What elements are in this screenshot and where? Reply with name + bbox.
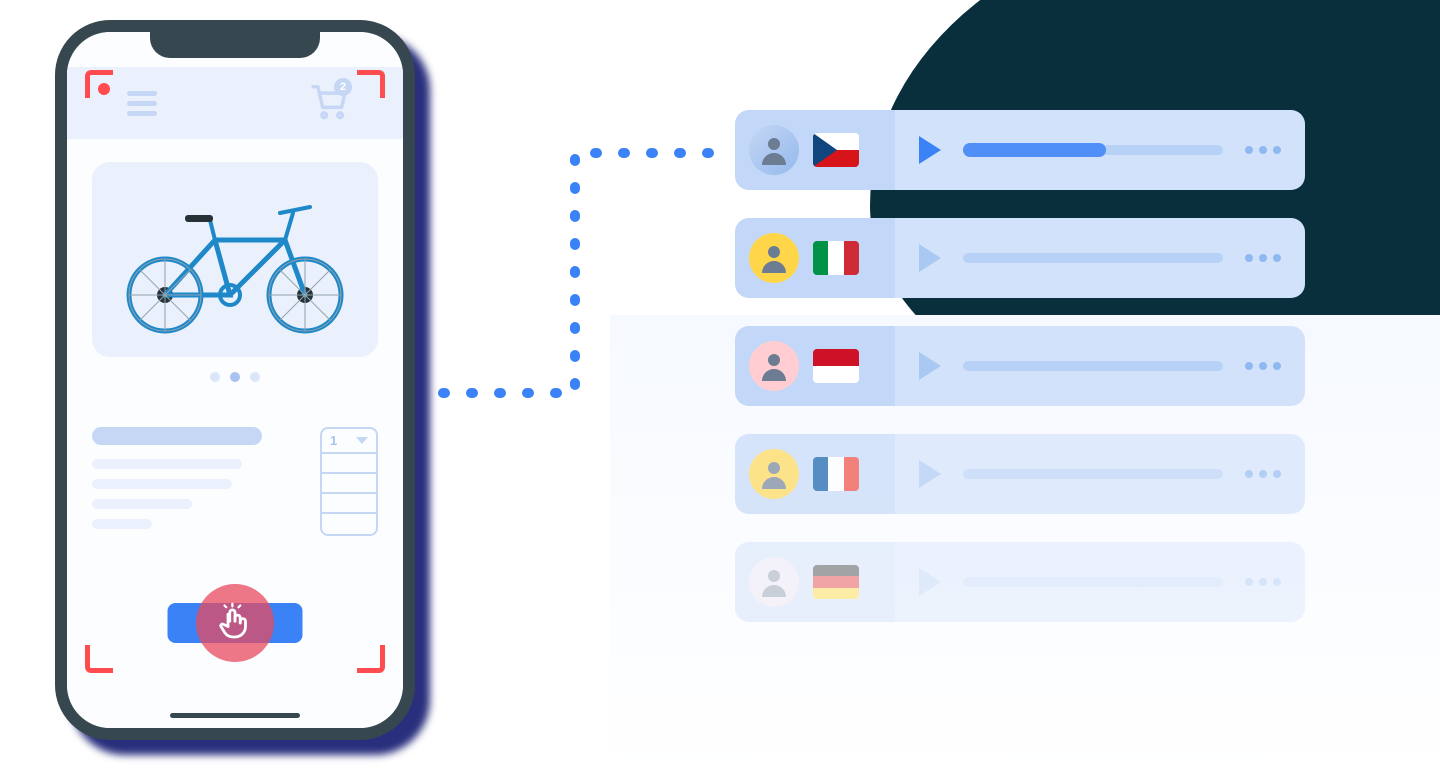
user-avatar <box>749 449 799 499</box>
play-icon[interactable] <box>919 244 941 272</box>
audio-track[interactable] <box>963 469 1223 479</box>
audio-player <box>895 568 1305 596</box>
quantity-option[interactable] <box>322 494 376 514</box>
audio-row[interactable] <box>735 110 1305 190</box>
more-icon[interactable] <box>1245 362 1281 370</box>
audio-track[interactable] <box>963 361 1223 371</box>
play-icon[interactable] <box>919 568 941 596</box>
audio-rows-list <box>735 110 1305 650</box>
pager-dot[interactable] <box>250 372 260 382</box>
record-frame-corner <box>85 645 113 673</box>
app-header: 2 <box>67 67 403 139</box>
chevron-down-icon <box>356 437 368 444</box>
phone-frame: 2 <box>55 20 415 740</box>
more-icon[interactable] <box>1245 470 1281 478</box>
record-frame-corner <box>357 645 385 673</box>
play-icon[interactable] <box>919 136 941 164</box>
bicycle-image <box>115 185 355 335</box>
flag-it-icon <box>813 241 859 275</box>
flag-cz-icon <box>813 133 859 167</box>
audio-row[interactable] <box>735 326 1305 406</box>
audio-row-left <box>735 110 895 190</box>
user-avatar <box>749 341 799 391</box>
audio-row[interactable] <box>735 218 1305 298</box>
tap-indicator <box>196 584 274 662</box>
flag-id-icon <box>813 349 859 383</box>
quantity-value: 1 <box>330 433 337 448</box>
phone-screen: 2 <box>67 32 403 728</box>
more-icon[interactable] <box>1245 254 1281 262</box>
quantity-option[interactable] <box>322 474 376 494</box>
audio-track[interactable] <box>963 145 1223 155</box>
audio-row-left <box>735 218 895 298</box>
play-icon[interactable] <box>919 352 941 380</box>
quantity-option[interactable] <box>322 514 376 534</box>
menu-icon[interactable] <box>127 91 157 116</box>
product-image-card[interactable] <box>92 162 378 357</box>
description-line <box>92 459 242 469</box>
audio-row[interactable] <box>735 434 1305 514</box>
carousel-pagination[interactable] <box>210 372 260 382</box>
product-description <box>92 427 278 539</box>
audio-player <box>895 352 1305 380</box>
more-icon[interactable] <box>1245 146 1281 154</box>
cart-button[interactable]: 2 <box>310 82 348 125</box>
description-line <box>92 519 152 529</box>
quantity-top-row[interactable]: 1 <box>322 429 376 454</box>
more-icon[interactable] <box>1245 578 1281 586</box>
audio-row-left <box>735 326 895 406</box>
user-avatar <box>749 125 799 175</box>
quantity-option[interactable] <box>322 454 376 474</box>
flag-de-icon <box>813 565 859 599</box>
flag-fr-icon <box>813 457 859 491</box>
description-line <box>92 499 192 509</box>
phone-notch <box>150 30 320 58</box>
pager-dot[interactable] <box>210 372 220 382</box>
description-line <box>92 479 232 489</box>
audio-player <box>895 244 1305 272</box>
cart-badge: 2 <box>334 78 352 96</box>
audio-player <box>895 136 1305 164</box>
pager-dot-active[interactable] <box>230 372 240 382</box>
audio-track[interactable] <box>963 577 1223 587</box>
quantity-selector[interactable]: 1 <box>320 427 378 536</box>
record-frame-corner <box>357 70 385 98</box>
audio-player <box>895 460 1305 488</box>
audio-row[interactable] <box>735 542 1305 622</box>
home-indicator <box>170 713 300 718</box>
audio-track[interactable] <box>963 253 1223 263</box>
play-icon[interactable] <box>919 460 941 488</box>
description-title-placeholder <box>92 427 262 445</box>
user-avatar <box>749 233 799 283</box>
audio-progress <box>963 143 1106 157</box>
record-dot-icon <box>98 83 110 95</box>
audio-row-left <box>735 434 895 514</box>
audio-row-left <box>735 542 895 622</box>
user-avatar <box>749 557 799 607</box>
